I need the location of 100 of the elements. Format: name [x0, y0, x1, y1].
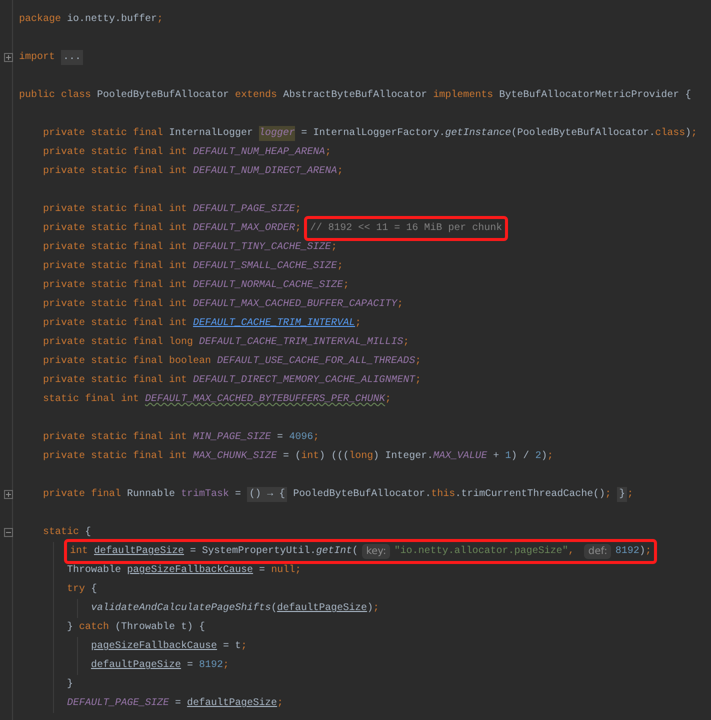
- keyword-text: long: [349, 450, 374, 464]
- constant-text: DEFAULT_PAGE_SIZE: [67, 697, 170, 711]
- fold-minus-icon[interactable]: [4, 528, 13, 537]
- variable-text: defaultPageSize: [91, 658, 182, 673]
- keyword-text: private static final int: [43, 240, 188, 255]
- keyword-text: null: [271, 564, 296, 578]
- variable-text: defaultPageSize: [277, 602, 368, 616]
- folded-code[interactable]: ...: [61, 50, 84, 65]
- fold-plus-icon[interactable]: [4, 53, 13, 62]
- number-text: 2: [535, 450, 542, 464]
- keyword-text: static final int: [43, 392, 140, 407]
- keyword-text: ;: [415, 355, 422, 369]
- code-text: =: [276, 431, 284, 445]
- keyword-text: ;: [337, 260, 344, 274]
- keyword-text: int: [301, 450, 320, 464]
- keyword-text: ;: [355, 317, 362, 331]
- keyword-text: ;: [337, 165, 344, 179]
- keyword-text: private static final int: [43, 260, 188, 274]
- keyword-text: ;: [547, 450, 554, 464]
- keyword-text: ;: [325, 146, 332, 160]
- fold-plus-icon[interactable]: [4, 490, 13, 499]
- keyword-text: ;: [627, 488, 634, 502]
- code-text: InternalLogger: [169, 126, 254, 141]
- keyword-text: ;: [157, 13, 164, 27]
- code-text: AbstractByteBufAllocator: [283, 88, 428, 103]
- code-text: }: [67, 620, 74, 635]
- code-text: {: [85, 526, 92, 540]
- keyword-text: private static final int: [43, 202, 188, 217]
- parameter-hint: def:: [584, 544, 612, 559]
- constant-text: DEFAULT_MAX_CACHED_BUFFER_CAPACITY: [193, 298, 398, 312]
- number-text: 4096: [289, 431, 314, 445]
- keyword-text: private static final: [43, 126, 164, 141]
- keyword-text: private final: [43, 488, 122, 502]
- number-text: 8192: [199, 659, 224, 673]
- keyword-text: private static final int: [43, 298, 188, 312]
- code-text: +: [492, 450, 500, 464]
- code-text: (: [352, 544, 358, 559]
- keyword-text: private static final int: [43, 430, 188, 445]
- keyword-text: ;: [241, 640, 248, 654]
- code-text: ): [367, 602, 374, 616]
- keyword-text: ;: [397, 298, 404, 312]
- code-text: = (: [282, 450, 302, 464]
- constant-text: DEFAULT_NUM_HEAP_ARENA: [193, 146, 326, 160]
- field-text: trimTask: [181, 488, 230, 502]
- constant-text: MAX_CHUNK_SIZE: [193, 450, 278, 464]
- keyword-text: static: [43, 526, 80, 540]
- parameter-hint: key:: [362, 544, 390, 559]
- code-text: PooledByteBufAllocator.: [292, 488, 432, 502]
- folded-code[interactable]: () → {: [247, 487, 288, 502]
- keyword-text: ;: [343, 279, 350, 293]
- keyword-text: ;: [313, 431, 320, 445]
- keyword-text: ;: [403, 336, 410, 350]
- constant-text: MIN_PAGE_SIZE: [193, 431, 272, 445]
- code-text: io.netty.buffer: [67, 12, 158, 27]
- code-text: = SystemPropertyUtil.: [189, 544, 316, 559]
- keyword-text: ;: [331, 241, 338, 255]
- constant-text: DEFAULT_NORMAL_CACHE_SIZE: [193, 279, 344, 293]
- keyword-text: package: [19, 12, 62, 27]
- code-text: Runnable: [127, 488, 176, 502]
- keyword-text: ;: [645, 545, 652, 559]
- code-text: ): [541, 450, 548, 464]
- keyword-text: ;: [691, 127, 698, 141]
- code-text: ByteBufAllocatorMetricProvider {: [499, 88, 692, 103]
- keyword-text: catch: [79, 620, 110, 635]
- constant-text: DEFAULT_MAX_CACHED_BYTEBUFFERS_PER_CHUNK: [145, 393, 386, 407]
- code-text: ): [639, 544, 646, 559]
- variable-text: pageSizeFallbackCause: [91, 640, 218, 654]
- number-text: 8192: [615, 545, 640, 559]
- keyword-text: ;: [223, 659, 230, 673]
- method-text: validateAndCalculatePageShifts: [91, 602, 272, 616]
- keyword-text: private static final int: [43, 222, 188, 236]
- folded-code[interactable]: }: [617, 487, 628, 502]
- code-text: ) /: [511, 450, 530, 464]
- keyword-text: private static final int: [43, 450, 188, 464]
- constant-text: DEFAULT_NUM_DIRECT_ARENA: [193, 165, 338, 179]
- code-text: (Throwable t) {: [115, 620, 206, 635]
- constant-text: DEFAULT_MAX_ORDER: [193, 222, 296, 236]
- constant-text: DEFAULT_CACHE_TRIM_INTERVAL_MILLIS: [199, 336, 404, 350]
- comment-text: // 8192 << 11 = 16 MiB per chunk: [310, 222, 502, 236]
- link-text[interactable]: DEFAULT_CACHE_TRIM_INTERVAL: [193, 316, 356, 331]
- keyword-text: private static final int: [43, 316, 188, 331]
- keyword-text: ;: [295, 564, 302, 578]
- keyword-text: private static final int: [43, 164, 188, 179]
- method-text: getInt: [316, 545, 352, 559]
- code-text: = InternalLoggerFactory.: [300, 126, 446, 141]
- keyword-text: ;: [605, 488, 612, 502]
- variable-text: pageSizeFallbackCause: [127, 564, 254, 578]
- code-text: ): [685, 126, 692, 141]
- keyword-text: implements: [433, 88, 494, 103]
- keyword-text: int: [70, 544, 90, 559]
- keyword-text: private static final int: [43, 146, 188, 160]
- constant-text: DEFAULT_DIRECT_MEMORY_CACHE_ALIGNMENT: [193, 374, 416, 388]
- code-text: Throwable: [67, 564, 122, 578]
- keyword-text: private static final long: [43, 336, 194, 350]
- keyword-text: ;: [295, 222, 302, 236]
- code-text: PooledByteBufAllocator: [97, 88, 230, 103]
- constant-text: DEFAULT_SMALL_CACHE_SIZE: [193, 260, 338, 274]
- method-text: getInstance: [445, 127, 512, 141]
- constant-text: DEFAULT_USE_CACHE_FOR_ALL_THREADS: [217, 355, 416, 369]
- keyword-text: ;: [373, 602, 380, 616]
